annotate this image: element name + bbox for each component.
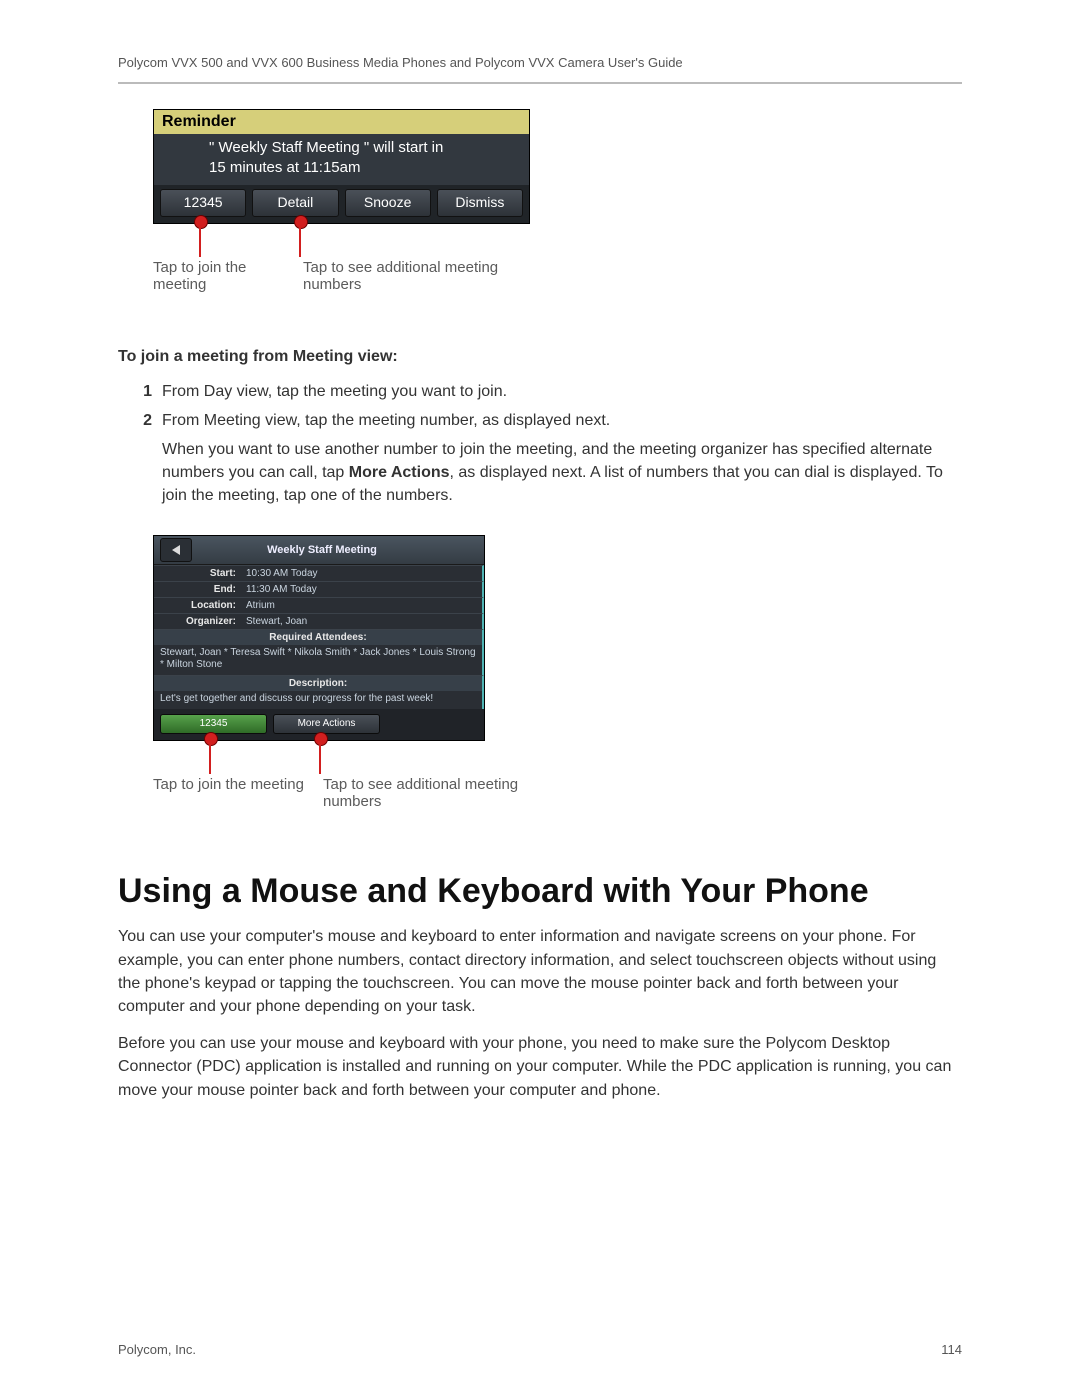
- footer-page: 114: [941, 1342, 962, 1357]
- reminder-dismiss-button[interactable]: Dismiss: [437, 189, 523, 217]
- reminder-popup: Reminder " Weekly Staff Meeting " will s…: [153, 109, 530, 224]
- reminder-body: " Weekly Staff Meeting " will start in 1…: [154, 134, 529, 185]
- instruction-note: When you want to use another number to j…: [162, 438, 962, 508]
- meeting-title: Weekly Staff Meeting: [198, 544, 484, 556]
- step-number: 1: [138, 380, 152, 403]
- step-text: From Day view, tap the meeting you want …: [162, 380, 507, 403]
- field-label: Organizer:: [154, 614, 242, 629]
- callout-line-icon: [199, 227, 201, 257]
- field-label: Start:: [154, 566, 242, 581]
- section-heading: Using a Mouse and Keyboard with Your Pho…: [118, 872, 962, 911]
- description-body: Let's get together and discuss our progr…: [154, 691, 484, 709]
- step-text: From Meeting view, tap the meeting numbe…: [162, 409, 610, 432]
- field-value: 11:30 AM Today: [242, 582, 482, 597]
- more-actions-button[interactable]: More Actions: [273, 714, 380, 734]
- meeting-row: Location: Atrium: [154, 597, 484, 613]
- callout-dot-icon: [194, 215, 208, 229]
- reminder-line2: 15 minutes at 11:15am: [209, 159, 360, 176]
- annotation-join: Tap to join the meeting: [153, 776, 323, 810]
- reminder-button-row: 12345 Detail Snooze Dismiss: [154, 185, 529, 223]
- header-divider: [118, 82, 962, 84]
- reminder-title: Reminder: [154, 110, 529, 134]
- meeting-number-button[interactable]: 12345: [160, 714, 267, 734]
- meeting-header: Weekly Staff Meeting: [154, 536, 484, 565]
- callout-line-icon: [319, 744, 321, 774]
- note-bold: More Actions: [349, 464, 450, 481]
- field-label: End:: [154, 582, 242, 597]
- annotation-join: Tap to join the meeting: [153, 259, 303, 293]
- reminder-detail-button[interactable]: Detail: [252, 189, 338, 217]
- reminder-number-button[interactable]: 12345: [160, 189, 246, 217]
- page-footer: Polycom, Inc. 114: [118, 1342, 962, 1357]
- instructions-list: 1 From Day view, tap the meeting you wan…: [138, 380, 962, 432]
- body-paragraph: You can use your computer's mouse and ke…: [118, 925, 962, 1018]
- back-button[interactable]: [160, 538, 192, 562]
- annotation-more: Tap to see additional meeting numbers: [303, 259, 533, 293]
- running-header: Polycom VVX 500 and VVX 600 Business Med…: [118, 55, 962, 70]
- callout-dot-icon: [294, 215, 308, 229]
- step-number: 2: [138, 409, 152, 432]
- callout-dot-icon: [204, 732, 218, 746]
- field-value: 10:30 AM Today: [242, 566, 482, 581]
- instructions-heading: To join a meeting from Meeting view:: [118, 348, 962, 366]
- callout-line-icon: [209, 744, 211, 774]
- attendees-body: Stewart, Joan * Teresa Swift * Nikola Sm…: [154, 645, 484, 675]
- field-value: Atrium: [242, 598, 482, 613]
- instruction-step: 2 From Meeting view, tap the meeting num…: [138, 409, 962, 432]
- body-paragraph: Before you can use your mouse and keyboa…: [118, 1032, 962, 1102]
- back-arrow-icon: [172, 545, 180, 555]
- instruction-step: 1 From Day view, tap the meeting you wan…: [138, 380, 962, 403]
- field-label: Location:: [154, 598, 242, 613]
- meeting-row: Start: 10:30 AM Today: [154, 565, 484, 581]
- attendees-header: Required Attendees:: [154, 629, 484, 645]
- reminder-line1: " Weekly Staff Meeting " will start in: [209, 139, 443, 156]
- meeting-row: End: 11:30 AM Today: [154, 581, 484, 597]
- footer-company: Polycom, Inc.: [118, 1342, 196, 1357]
- annotation-more: Tap to see additional meeting numbers: [323, 776, 553, 810]
- description-header: Description:: [154, 675, 484, 691]
- reminder-snooze-button[interactable]: Snooze: [345, 189, 431, 217]
- meeting-row: Organizer: Stewart, Joan: [154, 613, 484, 629]
- field-value: Stewart, Joan: [242, 614, 482, 629]
- meeting-view: Weekly Staff Meeting Start: 10:30 AM Tod…: [153, 535, 485, 741]
- callout-line-icon: [299, 227, 301, 257]
- callout-dot-icon: [314, 732, 328, 746]
